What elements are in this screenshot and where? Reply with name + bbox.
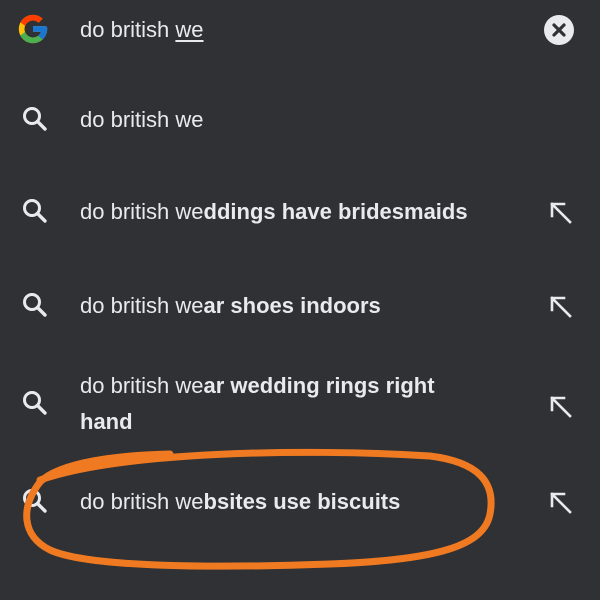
search-icon [23, 293, 47, 317]
suggestion-text: do british wear wedding rings right hand [80, 368, 520, 440]
suggestion-text: do british wear shoes indoors [80, 288, 520, 324]
suggestion-text: do british websites use biscuits [80, 484, 520, 520]
suggestion-item[interactable]: do british websites use biscuits [0, 482, 600, 522]
suggestion-prefix: do british we [80, 489, 204, 514]
search-icon [23, 391, 47, 415]
suggestion-text: do british we [80, 102, 520, 138]
suggestion-completion-line-2: hand [80, 409, 133, 434]
suggestion-item[interactable]: do british wear wedding rings right hand [0, 366, 600, 446]
suggestion-completion: ddings have bridesmaids [203, 199, 468, 224]
suggestion-completion: ar wedding rings right [203, 373, 435, 398]
north-west-arrow-icon[interactable] [548, 200, 574, 226]
north-west-arrow-icon[interactable] [548, 490, 574, 516]
suggestion-line-2: hand [80, 404, 520, 440]
suggestion-item[interactable]: do british we [0, 100, 600, 140]
clear-search-button[interactable] [544, 15, 574, 45]
google-g-icon [18, 14, 48, 44]
suggestion-prefix: do british we [80, 293, 204, 318]
suggestion-completion: bsites use biscuits [203, 489, 401, 514]
search-icon [23, 489, 47, 513]
query-typed-text: we [175, 17, 204, 42]
query-prefix: do british [80, 17, 176, 42]
suggestion-prefix: do british we [80, 373, 204, 398]
search-icon [23, 107, 47, 131]
suggestion-text: do british weddings have bridesmaids [80, 194, 520, 230]
search-icon [23, 199, 47, 223]
search-bar[interactable]: do british we [0, 0, 600, 60]
suggestion-item[interactable]: do british weddings have bridesmaids [0, 192, 600, 232]
suggestion-prefix: do british we [80, 199, 204, 224]
search-suggestions-screen: do british we do british we do british w… [0, 0, 600, 600]
north-west-arrow-icon[interactable] [548, 294, 574, 320]
suggestion-prefix: do british we [80, 107, 204, 132]
north-west-arrow-icon[interactable] [548, 394, 574, 420]
search-query-input[interactable]: do british we [80, 15, 204, 45]
suggestion-completion: ar shoes indoors [203, 293, 381, 318]
suggestion-item[interactable]: do british wear shoes indoors [0, 286, 600, 326]
suggestion-line-1: do british wear wedding rings right [80, 368, 520, 404]
close-icon [552, 23, 566, 37]
